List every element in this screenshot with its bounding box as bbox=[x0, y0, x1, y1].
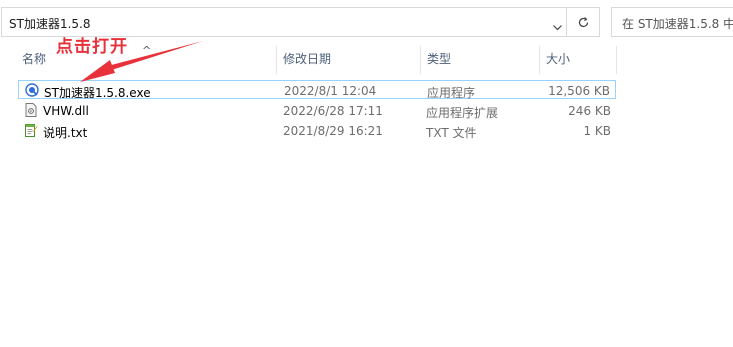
annotation-arrow-icon bbox=[80, 41, 203, 82]
